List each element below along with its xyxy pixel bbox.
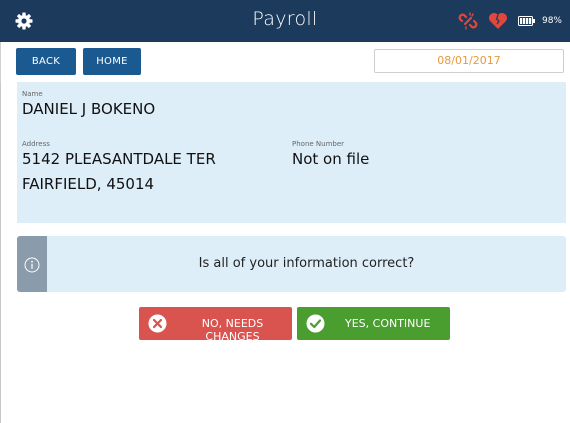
continue-button[interactable]: YES, CONTINUE xyxy=(297,307,450,340)
continue-label: YES, CONTINUE xyxy=(345,317,431,330)
date-field[interactable]: 08/01/2017 xyxy=(374,49,564,73)
app-header: Payroll 98% xyxy=(0,0,570,43)
employee-info-panel: Name DANIEL J BOKENO Address 5142 PLEASA… xyxy=(17,82,566,223)
name-label: Name xyxy=(22,90,43,98)
status-icons: 98% xyxy=(458,10,562,32)
back-button[interactable]: BACK xyxy=(16,48,76,75)
frame-border xyxy=(0,42,1,423)
confirmation-notice: Is all of your information correct? xyxy=(17,236,566,292)
confirmation-question: Is all of your information correct? xyxy=(198,256,415,271)
address-line-1: 5142 PLEASANTDALE TER xyxy=(22,150,216,168)
info-icon xyxy=(24,257,40,273)
needs-changes-button[interactable]: NO, NEEDS CHANGES xyxy=(139,307,292,343)
address-label: Address xyxy=(22,140,50,148)
home-button[interactable]: HOME xyxy=(83,48,141,75)
battery-icon xyxy=(517,16,535,26)
close-icon xyxy=(148,314,167,333)
phone-label: Phone Number xyxy=(292,140,345,148)
check-icon xyxy=(306,314,325,333)
needs-changes-label: NO, NEEDS CHANGES xyxy=(201,317,264,343)
phone-value: Not on file xyxy=(292,150,370,168)
notice-sidebar xyxy=(17,236,47,292)
broken-link-icon xyxy=(458,12,478,30)
heart-icon xyxy=(488,13,507,29)
battery-percent: 98% xyxy=(541,16,562,26)
employee-name: DANIEL J BOKENO xyxy=(22,100,156,118)
address-line-2: FAIRFIELD, 45014 xyxy=(22,175,155,193)
